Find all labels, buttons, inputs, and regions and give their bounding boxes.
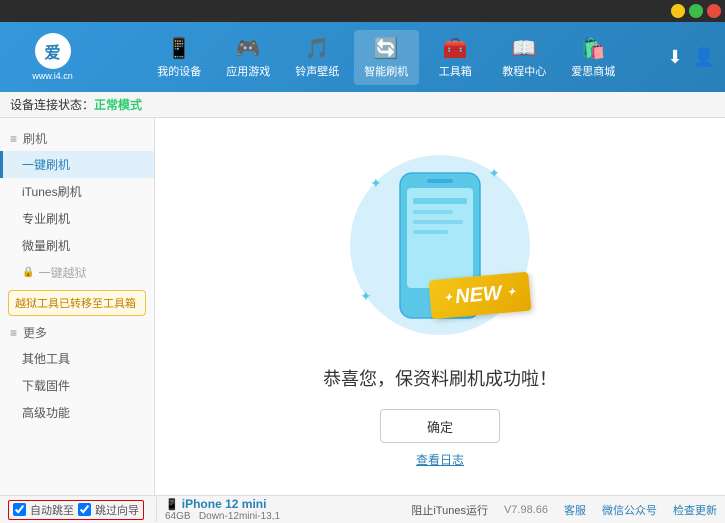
customer-service-link[interactable]: 客服 <box>564 502 586 518</box>
status-value: 正常模式 <box>94 96 142 113</box>
advanced-label: 高级功能 <box>22 406 70 420</box>
lock-icon: 🔒 <box>22 267 34 278</box>
toolbox-icon: 🧰 <box>443 36 468 61</box>
main-content: ✦ ✦ ✦ NEW <box>155 118 725 495</box>
nav-my-device-label: 我的设备 <box>157 63 201 79</box>
auto-jump-label: 自动跳至 <box>30 502 74 518</box>
sidebar: ≡ 刷机 一键刷机 iTunes刷机 专业刷机 微量刷机 🔒 一键越狱 越狱工具… <box>0 118 155 495</box>
main-area: ≡ 刷机 一键刷机 iTunes刷机 专业刷机 微量刷机 🔒 一键越狱 越狱工具… <box>0 118 725 495</box>
maximize-button[interactable] <box>689 4 703 18</box>
firmware-label: 下载固件 <box>22 379 70 393</box>
stop-itunes-label: 阻止iTunes运行 <box>411 505 488 517</box>
bottom-right: 阻止iTunes运行 V7.98.66 客服 微信公众号 检查更新 <box>411 502 717 518</box>
nav-smart-flash-label: 智能刷机 <box>364 63 408 79</box>
phone-icon: 📱 <box>167 36 192 61</box>
success-illustration: ✦ ✦ ✦ NEW <box>340 145 540 345</box>
nav-mall-label: 爱思商城 <box>571 63 615 79</box>
nav-mall[interactable]: 🛍️ 爱思商城 <box>561 30 626 85</box>
status-prefix: 设备连接状态： <box>10 96 94 113</box>
nav-ringtones-label: 铃声壁纸 <box>295 63 339 79</box>
more-section-icon: ≡ <box>10 326 17 340</box>
wechat-link[interactable]: 微信公众号 <box>602 502 657 518</box>
skip-wizard-checkbox[interactable] <box>78 503 91 516</box>
logo-url: www.i4.cn <box>32 71 73 81</box>
skip-wizard-label: 跳过向导 <box>95 502 139 518</box>
micro-label: 微量刷机 <box>22 239 70 253</box>
nav-apps-label: 应用游戏 <box>226 63 270 79</box>
minimize-button[interactable] <box>671 4 685 18</box>
nav-smart-flash[interactable]: 🔄 智能刷机 <box>354 30 419 85</box>
device-details: 64GB Down-12mini-13,1 <box>165 511 280 522</box>
sidebar-item-micro[interactable]: 微量刷机 <box>0 232 154 259</box>
device-storage: 64GB <box>165 511 191 522</box>
nav-apps-games[interactable]: 🎮 应用游戏 <box>216 30 281 85</box>
bottom-bar: 自动跳至 跳过向导 📱 iPhone 12 mini 64GB Down-12m… <box>0 495 725 523</box>
checkbox-group: 自动跳至 跳过向导 <box>8 500 144 520</box>
sparkle-icon-2: ✦ <box>488 165 500 182</box>
header-right-icons: ⬇ 👤 <box>667 47 715 68</box>
status-bar: 设备连接状态： 正常模式 <box>0 92 725 118</box>
bottom-left: 自动跳至 跳过向导 📱 iPhone 12 mini 64GB Down-12m… <box>8 497 411 522</box>
stop-itunes-button[interactable]: 阻止iTunes运行 <box>411 502 488 518</box>
onekey-label: 一键刷机 <box>22 158 70 172</box>
user-icon[interactable]: 👤 <box>693 47 715 68</box>
apps-icon: 🎮 <box>236 36 261 61</box>
jailbreak-note: 越狱工具已转移至工具箱 <box>8 290 146 316</box>
device-info: 📱 iPhone 12 mini 64GB Down-12mini-13,1 <box>156 497 280 522</box>
nav-toolbox[interactable]: 🧰 工具箱 <box>423 30 488 85</box>
sparkle-icon-1: ✦ <box>370 175 382 192</box>
flash-section-icon: ≡ <box>10 132 17 146</box>
nav-ringtones[interactable]: 🎵 铃声壁纸 <box>285 30 350 85</box>
nav-my-device[interactable]: 📱 我的设备 <box>147 30 212 85</box>
logo-icon: 爱 <box>35 33 71 69</box>
nav-tutorial-label: 教程中心 <box>502 63 546 79</box>
itunes-label: iTunes刷机 <box>22 185 82 199</box>
sidebar-flash-label: 刷机 <box>23 130 47 147</box>
sparkle-icon-3: ✦ <box>360 288 372 305</box>
device-model: Down-12mini-13,1 <box>199 511 280 522</box>
version-label: V7.98.66 <box>504 504 548 516</box>
title-bar <box>0 0 725 22</box>
new-badge: NEW <box>429 272 532 320</box>
music-icon: 🎵 <box>305 36 330 61</box>
mall-icon: 🛍️ <box>581 36 606 61</box>
device-icon: 📱 <box>165 499 182 511</box>
header: 爱 www.i4.cn 📱 我的设备 🎮 应用游戏 🎵 铃声壁纸 🔄 智能刷机 … <box>0 22 725 92</box>
sidebar-item-other-tools[interactable]: 其他工具 <box>0 345 154 372</box>
device-name: iPhone 12 mini <box>182 497 267 511</box>
jailbreak-note-text: 越狱工具已转移至工具箱 <box>15 298 136 310</box>
download-icon[interactable]: ⬇ <box>667 47 682 68</box>
other-tools-label: 其他工具 <box>22 352 70 366</box>
logo[interactable]: 爱 www.i4.cn <box>10 33 95 81</box>
tutorial-icon: 📖 <box>512 36 537 61</box>
nav-bar: 📱 我的设备 🎮 应用游戏 🎵 铃声壁纸 🔄 智能刷机 🧰 工具箱 📖 教程中心… <box>105 30 667 85</box>
sidebar-item-firmware[interactable]: 下载固件 <box>0 372 154 399</box>
sidebar-item-pro[interactable]: 专业刷机 <box>0 205 154 232</box>
nav-toolbox-label: 工具箱 <box>439 63 472 79</box>
sidebar-item-itunes[interactable]: iTunes刷机 <box>0 178 154 205</box>
back-link[interactable]: 查看日志 <box>416 451 464 468</box>
nav-tutorial[interactable]: 📖 教程中心 <box>492 30 557 85</box>
new-badge-text: NEW <box>454 282 502 308</box>
pro-label: 专业刷机 <box>22 212 70 226</box>
sidebar-jailbreak-section: 🔒 一键越狱 <box>0 259 154 286</box>
sidebar-more-label: 更多 <box>23 324 47 341</box>
sidebar-item-advanced[interactable]: 高级功能 <box>0 399 154 426</box>
success-message: 恭喜您，保资料刷机成功啦！ <box>323 365 557 391</box>
auto-jump-checkbox[interactable] <box>13 503 26 516</box>
sidebar-item-onekey[interactable]: 一键刷机 <box>0 151 154 178</box>
jailbreak-label: 一键越狱 <box>38 264 86 281</box>
check-update-link[interactable]: 检查更新 <box>673 502 717 518</box>
sidebar-section-flash[interactable]: ≡ 刷机 <box>0 126 154 151</box>
close-button[interactable] <box>707 4 721 18</box>
sidebar-section-more[interactable]: ≡ 更多 <box>0 320 154 345</box>
confirm-button[interactable]: 确定 <box>380 409 500 443</box>
confirm-button-label: 确定 <box>427 420 453 435</box>
flash-icon: 🔄 <box>374 36 399 61</box>
